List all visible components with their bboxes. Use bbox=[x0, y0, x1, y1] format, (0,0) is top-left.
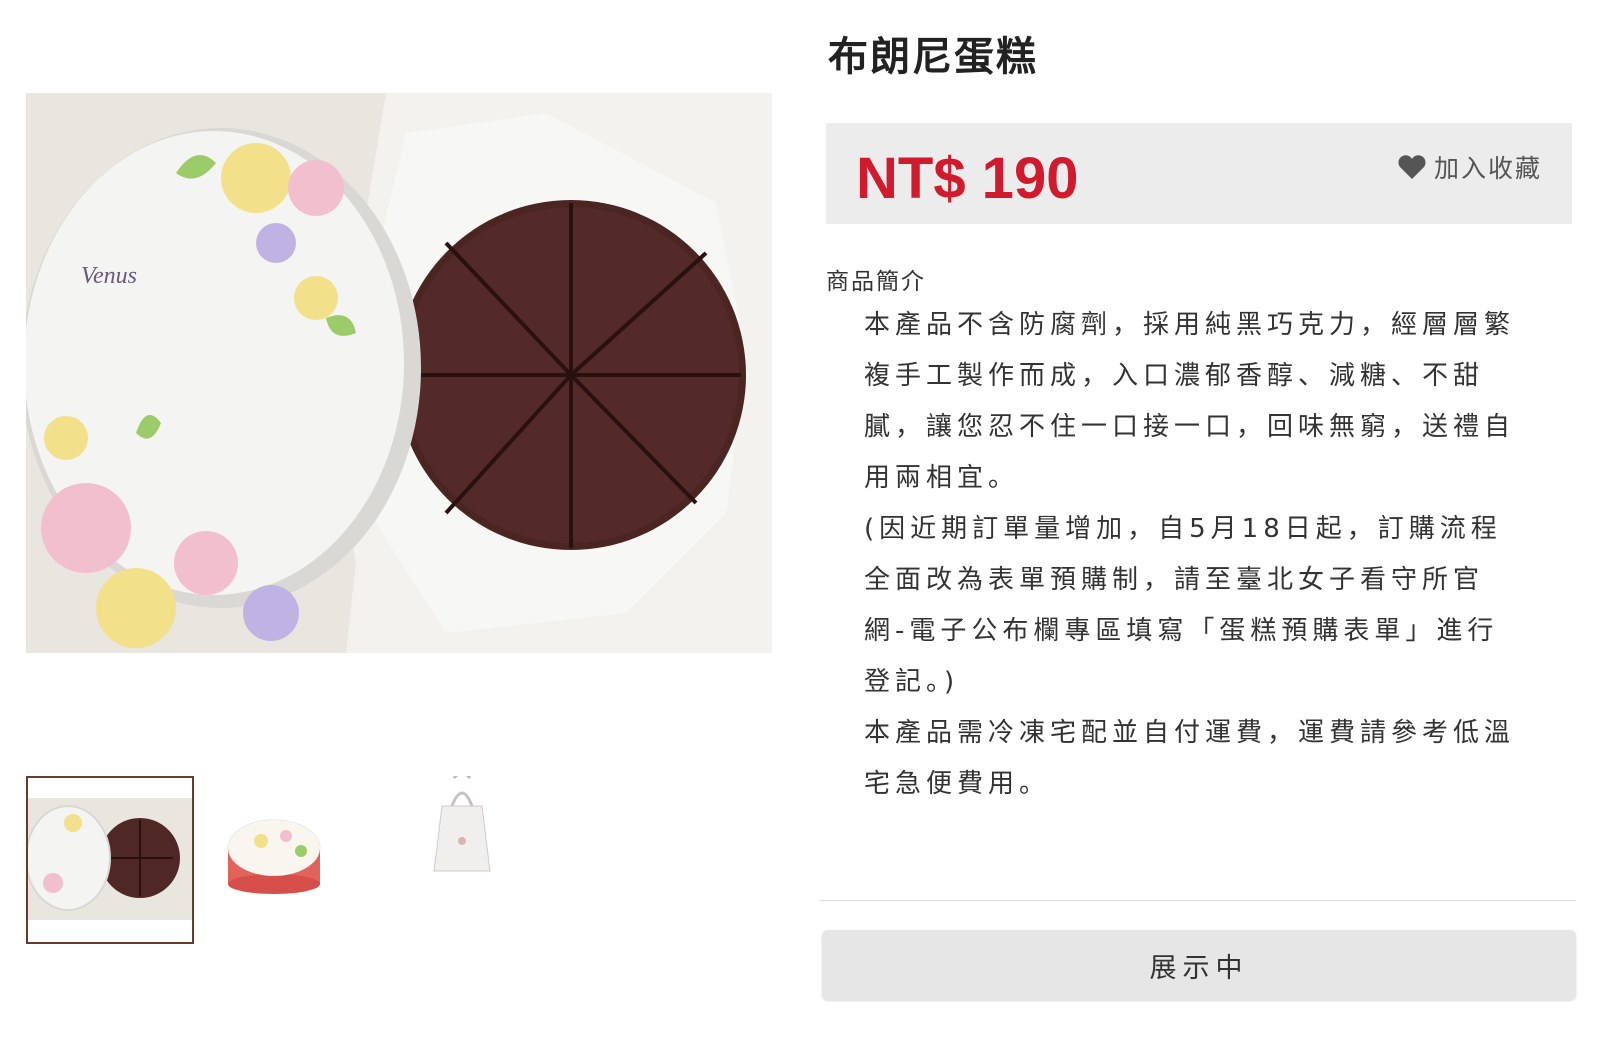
description-line: 宅急便費用。 bbox=[864, 769, 1051, 799]
description-line: 全面改為表單預購制，請至臺北女子看守所官 bbox=[864, 565, 1485, 595]
heart-icon bbox=[1398, 154, 1426, 180]
thumbnail-gift-bag[interactable] bbox=[406, 776, 574, 944]
add-to-favorites-button[interactable]: 加入收藏 bbox=[1398, 149, 1542, 185]
description-line: 用兩相宜。 bbox=[864, 463, 1020, 493]
description-line: (因近期訂單量增加，自5月18日起，訂購流程 bbox=[864, 514, 1502, 544]
product-gallery: Venus bbox=[26, 0, 806, 1060]
product-info: 布朗尼蛋糕 NT$ 190 加入收藏 商品簡介 本產品不含防腐劑，採用純黑巧克力… bbox=[820, 0, 1576, 1060]
description-line: 本產品需冷凍宅配並自付運費，運費請參考低溫 bbox=[864, 718, 1516, 748]
main-product-image[interactable]: Venus bbox=[26, 93, 772, 653]
description-line: 膩，讓您忍不住一口接一口，回味無窮，送禮自 bbox=[864, 412, 1516, 442]
divider bbox=[820, 900, 1576, 901]
price-panel: NT$ 190 加入收藏 bbox=[826, 123, 1572, 224]
description-line: 網-電子公布欄專區填寫「蛋糕預購表單」進行 bbox=[864, 616, 1499, 646]
thumbnail-strip bbox=[26, 776, 586, 944]
thumbnail-cake[interactable] bbox=[26, 776, 194, 944]
description-line: 登記。) bbox=[864, 667, 960, 697]
product-description: 本產品不含防腐劑，採用純黑巧克力，經層層繁 複手工製作而成，入口濃郁香醇、減糖、… bbox=[864, 300, 1544, 810]
add-to-favorites-label: 加入收藏 bbox=[1433, 154, 1542, 183]
description-heading: 商品簡介 bbox=[826, 269, 926, 295]
product-price: NT$ 190 bbox=[856, 146, 1079, 211]
description-line: 本產品不含防腐劑，採用純黑巧克力，經層層繁 bbox=[864, 310, 1516, 340]
display-status-button[interactable]: 展示中 bbox=[822, 930, 1576, 1000]
thumbnail-gift-box[interactable] bbox=[216, 776, 384, 944]
description-line: 複手工製作而成，入口濃郁香醇、減糖、不甜 bbox=[864, 361, 1485, 391]
product-title: 布朗尼蛋糕 bbox=[828, 34, 1038, 80]
box-brand-text: Venus bbox=[81, 263, 137, 289]
